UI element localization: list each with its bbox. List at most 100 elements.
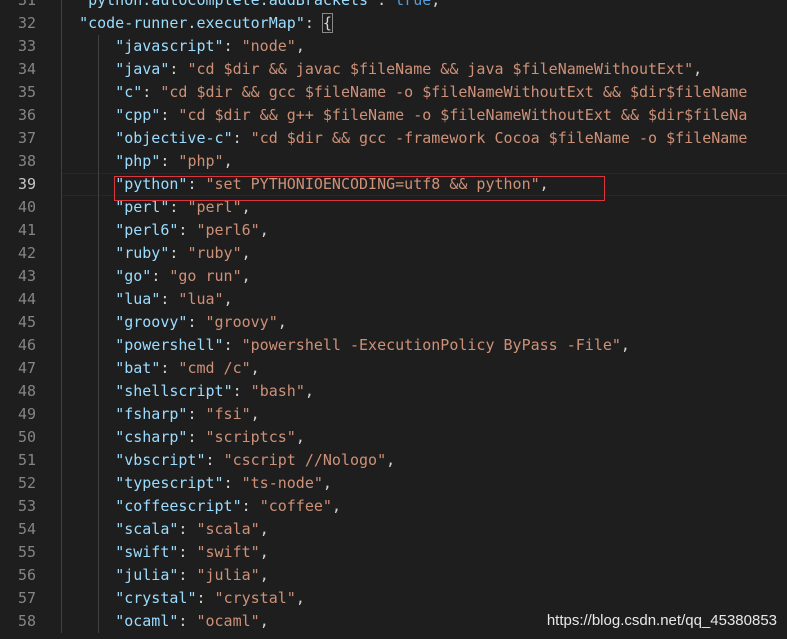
code-line[interactable]: 52 "typescript": "ts-node", (0, 472, 787, 495)
code-line[interactable]: 42 "ruby": "ruby", (0, 242, 787, 265)
separator: : (241, 497, 260, 515)
indent-prefix (61, 428, 115, 446)
code-line[interactable]: 43 "go": "go run", (0, 265, 787, 288)
indent-prefix (61, 175, 115, 193)
quote: " (241, 359, 251, 377)
quote: " (259, 497, 269, 515)
json-value: scriptcs (214, 428, 287, 446)
indent-prefix (61, 497, 115, 515)
quote: " (250, 520, 260, 538)
quote: " (223, 451, 233, 469)
code-line[interactable]: 54 "scala": "scala", (0, 518, 787, 541)
json-value: scala (205, 520, 251, 538)
code-line[interactable]: 49 "fsharp": "fsi", (0, 403, 787, 426)
json-value: julia (205, 566, 251, 584)
quote: " (368, 0, 378, 9)
trailing-comma: , (223, 290, 233, 308)
line-number: 43 (17, 267, 36, 285)
json-value: cscript //Nologo (232, 451, 378, 469)
code-line[interactable]: 35 "c": "cd $dir && gcc $fileName -o $fi… (0, 81, 787, 104)
line-number: 31 (17, 0, 36, 9)
quote: " (250, 221, 260, 239)
indent-prefix (61, 520, 115, 538)
code-text: "c": "cd $dir && gcc $fileName -o $fileN… (61, 81, 747, 104)
line-number: 53 (17, 497, 36, 515)
line-number: 51 (17, 451, 36, 469)
indent-prefix (61, 474, 115, 492)
code-line[interactable]: 45 "groovy": "groovy", (0, 311, 787, 334)
code-line[interactable]: 36 "cpp": "cd $dir && g++ $fileName -o $… (0, 104, 787, 127)
json-value: coffee (268, 497, 323, 515)
quote: " (611, 336, 621, 354)
separator: : (223, 336, 242, 354)
separator: : (196, 589, 215, 607)
code-line[interactable]: 46 "powershell": "powershell -ExecutionP… (0, 334, 787, 357)
quote: " (196, 566, 206, 584)
separator: : (223, 474, 242, 492)
code-line[interactable]: 31 "python.autoComplete.addBrackets": tr… (0, 0, 787, 12)
json-value: crystal (223, 589, 287, 607)
code-text: "javascript": "node", (61, 35, 305, 58)
indent-prefix (61, 152, 115, 170)
indent-prefix (61, 589, 115, 607)
code-text: "lua": "lua", (61, 288, 233, 311)
code-line[interactable]: 47 "bat": "cmd /c", (0, 357, 787, 380)
separator: : (178, 543, 197, 561)
separator: : (151, 267, 170, 285)
quote: " (151, 106, 161, 124)
json-key: php (124, 152, 152, 170)
quote: " (79, 0, 89, 9)
trailing-comma: , (331, 497, 341, 515)
watermark: https://blog.csdn.net/qq_45380853 (546, 612, 777, 629)
line-number: 49 (17, 405, 36, 423)
code-line[interactable]: 57 "crystal": "crystal", (0, 587, 787, 610)
code-line[interactable]: 55 "swift": "swift", (0, 541, 787, 564)
json-value: groovy (214, 313, 269, 331)
json-key: scala (124, 520, 170, 538)
quote: " (223, 382, 233, 400)
quote: " (241, 336, 251, 354)
code-editor[interactable]: 31 "python.autoComplete.addBrackets": tr… (0, 0, 787, 633)
trailing-comma: , (250, 405, 260, 423)
separator: : (232, 129, 251, 147)
code-line[interactable]: 34 "java": "cd $dir && javac $fileName &… (0, 58, 787, 81)
json-key: vbscript (124, 451, 197, 469)
json-key: python.autoComplete.addBrackets (88, 0, 369, 9)
code-line[interactable]: 48 "shellscript": "bash", (0, 380, 787, 403)
json-key: csharp (124, 428, 179, 446)
quote: " (214, 290, 224, 308)
indent-prefix (61, 566, 115, 584)
code-line[interactable]: 33 "javascript": "node", (0, 35, 787, 58)
trailing-comma: , (250, 359, 260, 377)
json-key: perl6 (124, 221, 170, 239)
quote: " (115, 474, 125, 492)
code-line[interactable]: 50 "csharp": "scriptcs", (0, 426, 787, 449)
line-number: 41 (17, 221, 36, 239)
code-text: "python.autoComplete.addBrackets": true, (61, 0, 440, 12)
json-value: cmd /c (187, 359, 242, 377)
code-line[interactable]: 32 "code-runner.executorMap": { (0, 12, 787, 35)
code-line[interactable]: 38 "php": "php", (0, 150, 787, 173)
code-line[interactable]: 53 "coffeescript": "coffee", (0, 495, 787, 518)
code-line[interactable]: 37 "objective-c": "cd $dir && gcc -frame… (0, 127, 787, 150)
trailing-comma: , (295, 589, 305, 607)
trailing-comma: , (223, 152, 233, 170)
code-line[interactable]: 44 "lua": "lua", (0, 288, 787, 311)
code-text: "groovy": "groovy", (61, 311, 287, 334)
quote: " (205, 313, 215, 331)
json-key: groovy (124, 313, 179, 331)
line-number: 39 (17, 175, 36, 193)
indent-prefix (61, 244, 115, 262)
separator: : (160, 152, 179, 170)
indent-prefix (61, 106, 115, 124)
code-line[interactable]: 51 "vbscript": "cscript //Nologo", (0, 449, 787, 472)
code-line[interactable]: 41 "perl6": "perl6", (0, 219, 787, 242)
line-number: 37 (17, 129, 36, 147)
indent-prefix (61, 336, 115, 354)
trailing-comma: , (277, 313, 287, 331)
code-line[interactable]: 56 "julia": "julia", (0, 564, 787, 587)
line-number: 52 (17, 474, 36, 492)
quote: " (115, 451, 125, 469)
quote: " (115, 37, 125, 55)
quote: " (115, 267, 125, 285)
